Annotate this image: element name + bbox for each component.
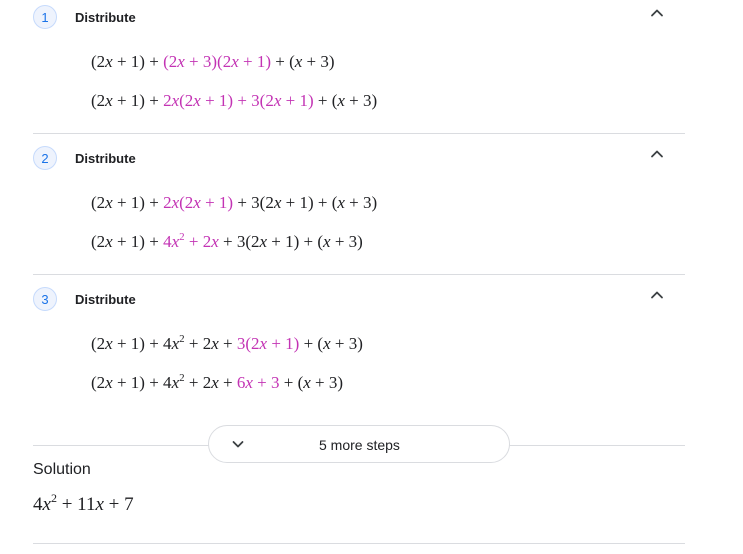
divider: [33, 133, 685, 134]
chevron-up-icon[interactable]: [647, 144, 667, 164]
step-2-title: Distribute: [75, 151, 136, 166]
more-steps-label: 5 more steps: [319, 437, 400, 453]
more-steps-button[interactable]: 5 more steps: [208, 425, 510, 463]
step-3-result-expression: (2x + 1) + 4x2 + 2x + 6x + 3 + (x + 3): [91, 372, 344, 393]
step-1: 1 Distribute (2x + 1) + (2x + 3)(2x + 1)…: [33, 2, 685, 130]
chevron-up-icon[interactable]: [647, 285, 667, 305]
step-1-title: Distribute: [75, 10, 136, 25]
divider: [33, 274, 685, 275]
step-1-number-badge: 1: [33, 5, 57, 29]
solution-expression: 4x2 + 11x + 7: [33, 491, 134, 515]
step-2-number-badge: 2: [33, 146, 57, 170]
step-3-title: Distribute: [75, 292, 136, 307]
step-2-header[interactable]: 2 Distribute: [33, 143, 685, 175]
step-1-result-expression: (2x + 1) + 2x(2x + 1) + 3(2x + 1) + (x +…: [91, 91, 378, 110]
step-2: 2 Distribute (2x + 1) + 2x(2x + 1) + 3(2…: [33, 143, 685, 271]
step-3-header[interactable]: 3 Distribute: [33, 284, 685, 316]
step-3: 3 Distribute (2x + 1) + 4x2 + 2x + 3(2x …: [33, 284, 685, 412]
chevron-up-icon[interactable]: [647, 3, 667, 23]
solution-label: Solution: [33, 461, 91, 478]
divider: [33, 543, 685, 544]
step-3-number-badge: 3: [33, 287, 57, 311]
step-1-header[interactable]: 1 Distribute: [33, 2, 685, 34]
step-3-input-expression: (2x + 1) + 4x2 + 2x + 3(2x + 1) + (x + 3…: [91, 333, 363, 354]
step-2-result-expression: (2x + 1) + 4x2 + 2x + 3(2x + 1) + (x + 3…: [91, 231, 363, 252]
step-2-input-expression: (2x + 1) + 2x(2x + 1) + 3(2x + 1) + (x +…: [91, 193, 378, 212]
step-1-input-expression: (2x + 1) + (2x + 3)(2x + 1) + (x + 3): [91, 52, 335, 71]
chevron-down-icon: [229, 435, 247, 453]
